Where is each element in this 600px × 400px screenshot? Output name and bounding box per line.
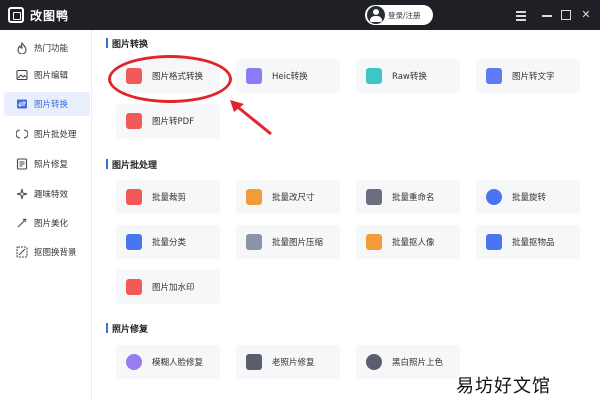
sidebar-item-label: 图片转换 <box>34 100 69 110</box>
rotate-icon <box>486 189 502 205</box>
card-batch-rotate[interactable]: 批量旋转 <box>476 180 580 214</box>
card-label: 批量重命名 <box>392 193 435 203</box>
card-label: 图片转PDF <box>152 117 195 127</box>
batch-icon <box>16 129 28 139</box>
photo-repair-icon <box>16 158 28 170</box>
sidebar-item-label: 趣味特效 <box>34 190 69 200</box>
sidebar: 热门功能 图片编辑 图片转换 图片批处理 照片修复 趣味特效 图片美化 抠图换背… <box>0 30 92 400</box>
image-edit-icon <box>16 69 28 81</box>
card-label: 批量图片压缩 <box>272 238 324 248</box>
card-label: 批量分类 <box>152 238 187 248</box>
sidebar-item-fun-effects[interactable]: 趣味特效 <box>4 182 90 206</box>
card-face-repair[interactable]: 模糊人脸修复 <box>116 345 220 379</box>
sidebar-item-label: 图片编辑 <box>34 71 69 81</box>
image-to-text-icon <box>486 68 502 84</box>
login-label: 登录/注册 <box>388 11 421 20</box>
card-label: Raw转换 <box>392 72 427 82</box>
beautify-icon <box>17 218 27 228</box>
sidebar-item-photo-repair[interactable]: 照片修复 <box>4 152 90 176</box>
watermark-icon <box>126 279 142 295</box>
resize-icon <box>246 189 262 205</box>
card-label: 批量旋转 <box>512 193 547 203</box>
card-add-watermark[interactable]: 图片加水印 <box>116 270 220 304</box>
card-label: 模糊人脸修复 <box>152 358 204 368</box>
minimize-icon[interactable] <box>538 6 556 24</box>
section-title-batch: 图片批处理 <box>106 158 157 171</box>
section-title-image-convert: 图片转换 <box>106 37 148 50</box>
card-label: 黑白照片上色 <box>392 358 444 368</box>
maximize-icon[interactable] <box>557 6 575 24</box>
card-batch-portrait-cutout[interactable]: 批量抠人像 <box>356 225 460 259</box>
card-label: 批量抠物品 <box>512 238 555 248</box>
card-batch-resize[interactable]: 批量改尺寸 <box>236 180 340 214</box>
card-label: 老照片修复 <box>272 358 315 368</box>
card-label: 批量改尺寸 <box>272 193 315 203</box>
classify-icon <box>126 234 142 250</box>
sidebar-item-image-convert[interactable]: 图片转换 <box>4 92 90 116</box>
card-batch-crop[interactable]: 批量裁剪 <box>116 180 220 214</box>
heic-icon <box>246 68 262 84</box>
card-label: 图片转文字 <box>512 72 555 82</box>
sidebar-item-label: 图片美化 <box>34 219 69 229</box>
portrait-cutout-icon <box>366 234 382 250</box>
card-batch-compress[interactable]: 批量图片压缩 <box>236 225 340 259</box>
pdf-icon <box>126 113 142 129</box>
sidebar-item-label: 热门功能 <box>34 44 69 54</box>
login-button[interactable]: 登录/注册 <box>365 5 433 25</box>
sidebar-item-cutout[interactable]: 抠图换背景 <box>4 240 90 264</box>
raw-icon <box>366 68 382 84</box>
sidebar-item-label: 图片批处理 <box>34 130 77 140</box>
card-heic-convert[interactable]: Heic转换 <box>236 59 340 93</box>
cutout-icon <box>16 246 28 258</box>
rename-icon <box>366 189 382 205</box>
card-old-photo-repair[interactable]: 老照片修复 <box>236 345 340 379</box>
crop-icon <box>126 189 142 205</box>
card-label: 批量裁剪 <box>152 193 187 203</box>
app-logo-icon <box>8 7 24 23</box>
compress-icon <box>246 234 262 250</box>
watermark-text: 易坊好文馆 <box>456 376 551 397</box>
card-label: 批量抠人像 <box>392 238 435 248</box>
card-label: Heic转换 <box>272 72 308 82</box>
title-bar: 改图鸭 登录/注册 ✕ <box>0 0 600 30</box>
colorize-icon <box>366 354 382 370</box>
card-raw-convert[interactable]: Raw转换 <box>356 59 460 93</box>
card-colorize[interactable]: 黑白照片上色 <box>356 345 460 379</box>
old-photo-icon <box>246 354 262 370</box>
sidebar-item-image-edit[interactable]: 图片编辑 <box>4 63 90 87</box>
app-title: 改图鸭 <box>30 9 70 23</box>
highlight-circle <box>108 55 232 103</box>
card-image-to-text[interactable]: 图片转文字 <box>476 59 580 93</box>
image-convert-icon <box>17 99 27 109</box>
menu-icon[interactable] <box>512 6 530 24</box>
card-image-to-pdf[interactable]: 图片转PDF <box>116 104 220 138</box>
sidebar-item-hot[interactable]: 热门功能 <box>4 36 90 60</box>
sidebar-item-label: 照片修复 <box>34 160 69 170</box>
sidebar-item-batch[interactable]: 图片批处理 <box>4 122 90 146</box>
object-cutout-icon <box>486 234 502 250</box>
avatar-icon <box>367 6 385 24</box>
sidebar-item-beautify[interactable]: 图片美化 <box>4 211 90 235</box>
annotation-arrow-icon <box>230 100 272 136</box>
card-batch-rename[interactable]: 批量重命名 <box>356 180 460 214</box>
sidebar-item-label: 抠图换背景 <box>34 248 77 258</box>
section-title-photo-repair: 照片修复 <box>106 322 148 335</box>
sparkle-icon <box>16 188 28 200</box>
card-label: 图片加水印 <box>152 283 195 293</box>
card-batch-classify[interactable]: 批量分类 <box>116 225 220 259</box>
card-batch-object-cutout[interactable]: 批量抠物品 <box>476 225 580 259</box>
face-repair-icon <box>126 354 142 370</box>
close-icon[interactable]: ✕ <box>577 6 595 24</box>
fire-icon <box>17 42 27 54</box>
